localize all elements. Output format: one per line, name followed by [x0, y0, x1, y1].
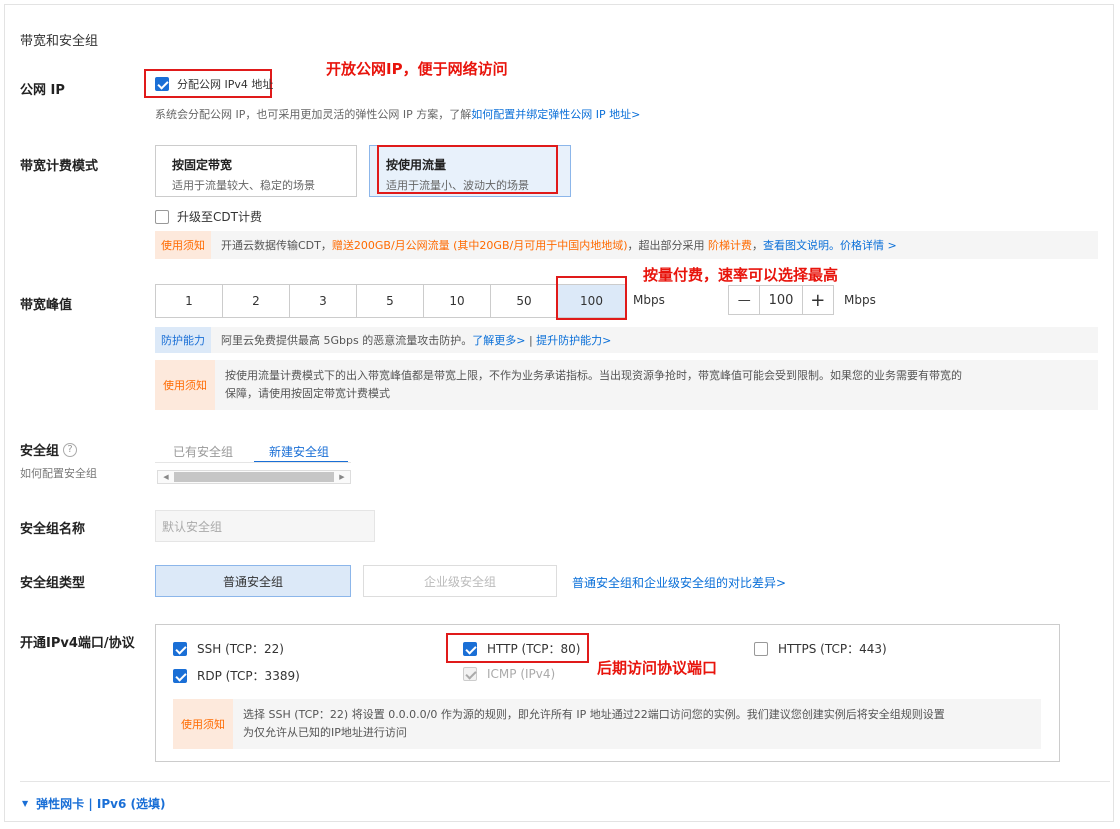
ports-label: 开通IPv4端口/协议 [20, 636, 135, 651]
port-https-checkbox[interactable] [754, 641, 768, 656]
sg-type-label: 安全组类型 [20, 576, 86, 591]
billing-option-fixed[interactable]: 按固定带宽 适用于流量较大、稳定的场景 [155, 145, 357, 197]
expand-arrow-icon: ▼ [22, 799, 29, 808]
footer-divider [20, 781, 1110, 782]
tab-existing-group[interactable]: 已有安全组 [173, 443, 233, 460]
port-rdp-label: RDP (TCP：3389) [197, 669, 300, 683]
port-icmp-checkbox [463, 667, 477, 681]
port-http-checkbox[interactable] [463, 641, 477, 656]
billing-notice-link-price[interactable]: 价格详情 > [840, 239, 897, 252]
sg-type-enterprise-button[interactable]: 企业级安全组 [363, 565, 557, 597]
protect-text: 阿里云免费提供最高 5Gbps 的恶意流量攻击防护。了解更多> | 提升防护能力… [211, 332, 621, 348]
public-ip-checkbox-row[interactable]: 分配公网 IPv4 地址 [155, 76, 273, 92]
bandwidth-option[interactable]: 5 [357, 285, 424, 317]
cdt-checkbox[interactable] [155, 209, 169, 224]
protect-link-more[interactable]: 了解更多> [472, 334, 525, 347]
protect-tag: 防护能力 [155, 327, 211, 353]
bandwidth-option[interactable]: 10 [424, 285, 491, 317]
bandwidth-option[interactable]: 2 [223, 285, 290, 317]
annotation-box-billing [377, 145, 558, 194]
port-ssh-checkbox[interactable] [173, 641, 187, 656]
bandwidth-option[interactable]: 1 [156, 285, 223, 317]
annotation-ports: 后期访问协议端口 [597, 659, 718, 677]
ports-notice-line2: 为仅允许从已知的IP地址进行访问 [243, 726, 407, 739]
public-ip-label: 公网 IP [20, 83, 65, 98]
bandwidth-notice-line2: 保障，请使用按固定带宽计费模式 [225, 387, 390, 400]
tab-new-group[interactable]: 新建安全组 [269, 443, 329, 460]
stepper-unit: Mbps [844, 293, 876, 307]
annotation-box-bandwidth [556, 276, 627, 320]
footer-expand-toggle[interactable]: ▼ 弹性网卡 | IPv6 (选填) [22, 795, 165, 812]
stepper-value[interactable]: 100 [760, 286, 801, 314]
billing-notice-t5: ， [752, 239, 763, 252]
public-ip-hint: 系统会分配公网 IP，也可采用更加灵活的弹性公网 IP 方案，了解如何配置并绑定… [155, 106, 640, 122]
ports-notice: 使用须知 选择 SSH (TCP：22) 将设置 0.0.0.0/0 作为源的规… [173, 699, 1041, 749]
stepper-plus-button[interactable]: + [801, 286, 833, 314]
stepper-minus-button[interactable]: — [729, 286, 761, 314]
cdt-checkbox-row[interactable]: 升级至CDT计费 [155, 208, 262, 225]
protect-text-body: 阿里云免费提供最高 5Gbps 的恶意流量攻击防护。 [221, 334, 473, 347]
port-rdp-checkbox[interactable] [173, 668, 187, 683]
scroll-right-icon[interactable]: ▶ [334, 473, 350, 481]
bandwidth-option[interactable]: 3 [290, 285, 357, 317]
port-https[interactable]: HTTPS (TCP：443) [754, 640, 887, 657]
billing-option-fixed-desc: 适用于流量较大、稳定的场景 [172, 179, 315, 192]
sg-type-normal-button[interactable]: 普通安全组 [155, 565, 351, 597]
port-ssh[interactable]: SSH (TCP：22) [173, 640, 284, 657]
protect-separator: | [528, 334, 533, 347]
annotation-public-ip: 开放公网IP，便于网络访问 [326, 60, 508, 78]
billing-notice-t3: ，超出部分采用 [627, 239, 705, 252]
billing-notice-t2: 赠送200GB/月公网流量 (其中20GB/月可用于中国内地地域) [331, 239, 628, 252]
bandwidth-option[interactable]: 50 [491, 285, 558, 317]
security-group-label-row: 安全组 ? [20, 440, 78, 459]
scrollbar-thumb[interactable] [174, 472, 334, 482]
protect-notice: 防护能力 阿里云免费提供最高 5Gbps 的恶意流量攻击防护。了解更多> | 提… [155, 327, 1098, 353]
billing-option-fixed-title: 按固定带宽 [172, 158, 233, 172]
port-https-label: HTTPS (TCP：443) [778, 642, 887, 656]
sg-type-compare-link[interactable]: 普通安全组和企业级安全组的对比差异> [572, 574, 786, 591]
public-ip-hint-link[interactable]: 如何配置并绑定弹性公网 IP 地址> [471, 108, 640, 121]
port-icmp-label: ICMP (IPv4) [487, 667, 556, 681]
bandwidth-stepper: — 100 + [728, 285, 834, 315]
bandwidth-notice-line1: 按使用流量计费模式下的出入带宽峰值都是带宽上限，不作为业务承诺指标。当出现资源争… [225, 369, 962, 382]
billing-notice-t4: 阶梯计费 [708, 239, 752, 252]
security-group-label: 安全组 [20, 444, 60, 459]
ports-notice-text: 选择 SSH (TCP：22) 将设置 0.0.0.0/0 作为源的规则，即允许… [233, 706, 955, 742]
annotation-bandwidth: 按量付费，速率可以选择最高 [643, 266, 839, 284]
public-ip-checkbox[interactable] [155, 77, 169, 91]
port-ssh-label: SSH (TCP：22) [197, 642, 284, 656]
tabs-scrollbar[interactable]: ◀ ▶ [157, 470, 351, 484]
ports-notice-tag: 使用须知 [173, 699, 233, 749]
port-rdp[interactable]: RDP (TCP：3389) [173, 667, 300, 684]
port-http[interactable]: HTTP (TCP：80) [463, 640, 580, 657]
protect-link-upgrade[interactable]: 提升防护能力> [536, 334, 611, 347]
ports-notice-line1: 选择 SSH (TCP：22) 将设置 0.0.0.0/0 作为源的规则，即允许… [243, 708, 945, 721]
billing-notice-tag: 使用须知 [155, 231, 211, 259]
port-http-label: HTTP (TCP：80) [487, 642, 581, 656]
public-ip-checkbox-label: 分配公网 IPv4 地址 [177, 78, 274, 91]
cdt-checkbox-label: 升级至CDT计费 [177, 210, 262, 224]
billing-notice: 使用须知 开通云数据传输CDT，赠送200GB/月公网流量 (其中20GB/月可… [155, 231, 1098, 259]
public-ip-hint-text: 系统会分配公网 IP，也可采用更加灵活的弹性公网 IP 方案，了解 [155, 108, 472, 121]
port-icmp: ICMP (IPv4) [463, 667, 555, 681]
security-group-sub-label[interactable]: 如何配置安全组 [20, 465, 97, 481]
footer-label: 弹性网卡 | IPv6 (选填) [36, 797, 166, 811]
bandwidth-label: 带宽峰值 [20, 298, 73, 313]
bandwidth-unit: Mbps [633, 293, 665, 307]
billing-label: 带宽计费模式 [20, 159, 99, 174]
tab-divider [155, 462, 351, 463]
billing-notice-text: 开通云数据传输CDT，赠送200GB/月公网流量 (其中20GB/月可用于中国内… [211, 237, 907, 253]
sg-name-label: 安全组名称 [20, 522, 86, 537]
billing-notice-link-diagram[interactable]: 查看图文说明。 [763, 239, 840, 252]
help-icon[interactable]: ? [63, 442, 78, 457]
bandwidth-notice: 使用须知 按使用流量计费模式下的出入带宽峰值都是带宽上限，不作为业务承诺指标。当… [155, 360, 1098, 410]
billing-notice-t1: 开通云数据传输CDT， [221, 239, 332, 252]
bandwidth-notice-tag: 使用须知 [155, 360, 215, 410]
scroll-left-icon[interactable]: ◀ [158, 473, 174, 481]
sg-name-input[interactable]: 默认安全组 [155, 510, 375, 542]
section-title: 带宽和安全组 [20, 34, 99, 49]
bandwidth-notice-text: 按使用流量计费模式下的出入带宽峰值都是带宽上限，不作为业务承诺指标。当出现资源争… [215, 367, 972, 403]
